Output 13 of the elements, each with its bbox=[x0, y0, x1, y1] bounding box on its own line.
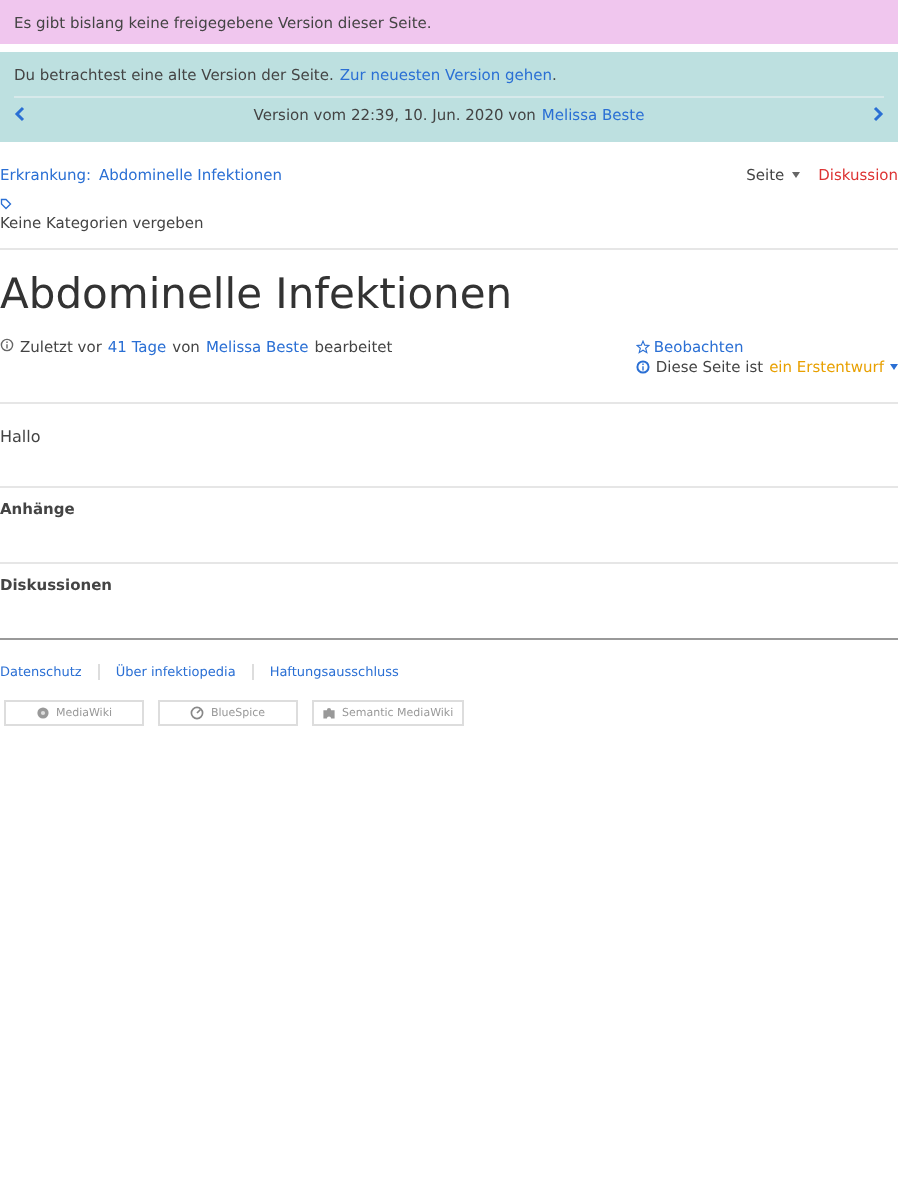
info-icon bbox=[635, 360, 650, 374]
tag-icon bbox=[0, 198, 12, 210]
page-title: Abdominelle Infektionen bbox=[0, 270, 515, 318]
gear-icon bbox=[35, 706, 50, 720]
caret-icon bbox=[890, 364, 898, 370]
content-text: Hallo bbox=[0, 428, 43, 446]
gauge-icon bbox=[190, 706, 205, 720]
puzzle-icon bbox=[322, 706, 336, 720]
info-icon bbox=[0, 338, 14, 352]
next-icon[interactable] bbox=[872, 106, 884, 122]
star-icon[interactable] bbox=[635, 340, 650, 354]
caret-icon bbox=[792, 171, 801, 177]
previous-icon[interactable] bbox=[14, 106, 26, 122]
